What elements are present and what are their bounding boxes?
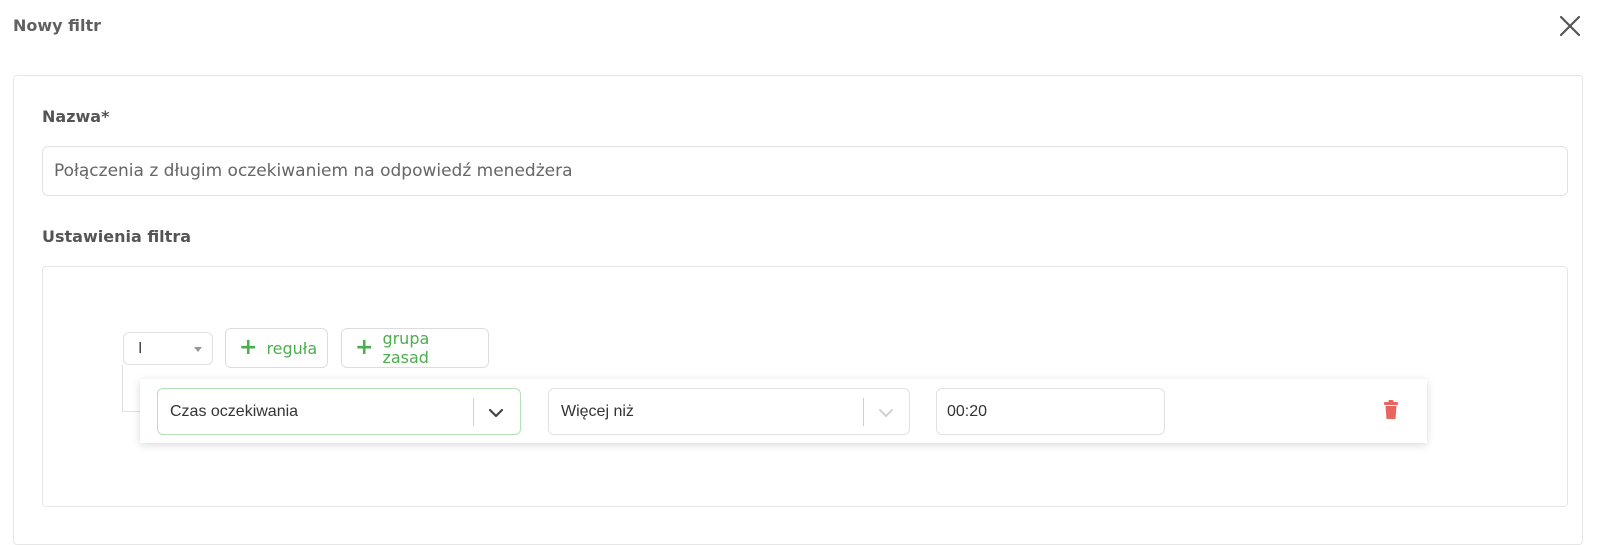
dialog-header: Nowy filtr — [0, 0, 1600, 60]
condition-value: I — [138, 340, 143, 357]
field-select-value: Czas oczekiwania — [170, 403, 299, 420]
operator-select[interactable]: Więcej niż — [548, 388, 910, 435]
chevron-down-icon — [488, 408, 504, 418]
settings-label: Ustawienia filtra — [42, 227, 191, 246]
caret-down-icon — [194, 347, 202, 352]
name-input[interactable] — [42, 146, 1568, 196]
select-separator — [473, 398, 474, 426]
add-group-label: grupa zasad — [382, 329, 430, 367]
plus-icon: + — [239, 335, 258, 360]
add-rule-label: reguła — [266, 338, 318, 358]
name-label: Nazwa* — [42, 107, 110, 126]
value-input[interactable] — [936, 388, 1165, 435]
field-select[interactable]: Czas oczekiwania — [157, 388, 521, 435]
trash-icon — [1384, 400, 1398, 419]
filter-form-panel: Nazwa* Ustawienia filtra I + reguła + gr… — [13, 75, 1583, 545]
query-builder: I + reguła + grupa zasad Czas oczekiwani… — [42, 266, 1568, 507]
operator-select-value: Więcej niż — [561, 403, 634, 420]
add-rule-button[interactable]: + reguła — [225, 328, 328, 368]
rule-row: Czas oczekiwania Więcej niż — [140, 379, 1427, 443]
delete-rule-button[interactable] — [1383, 400, 1399, 420]
plus-icon: + — [355, 335, 374, 360]
close-button[interactable] — [1558, 14, 1582, 38]
close-icon — [1559, 15, 1581, 37]
dialog-title: Nowy filtr — [13, 16, 102, 35]
add-group-button[interactable]: + grupa zasad — [341, 328, 489, 368]
select-separator — [863, 398, 864, 426]
condition-select[interactable]: I — [123, 332, 213, 365]
chevron-down-icon — [879, 409, 893, 417]
group-connector — [122, 365, 142, 412]
